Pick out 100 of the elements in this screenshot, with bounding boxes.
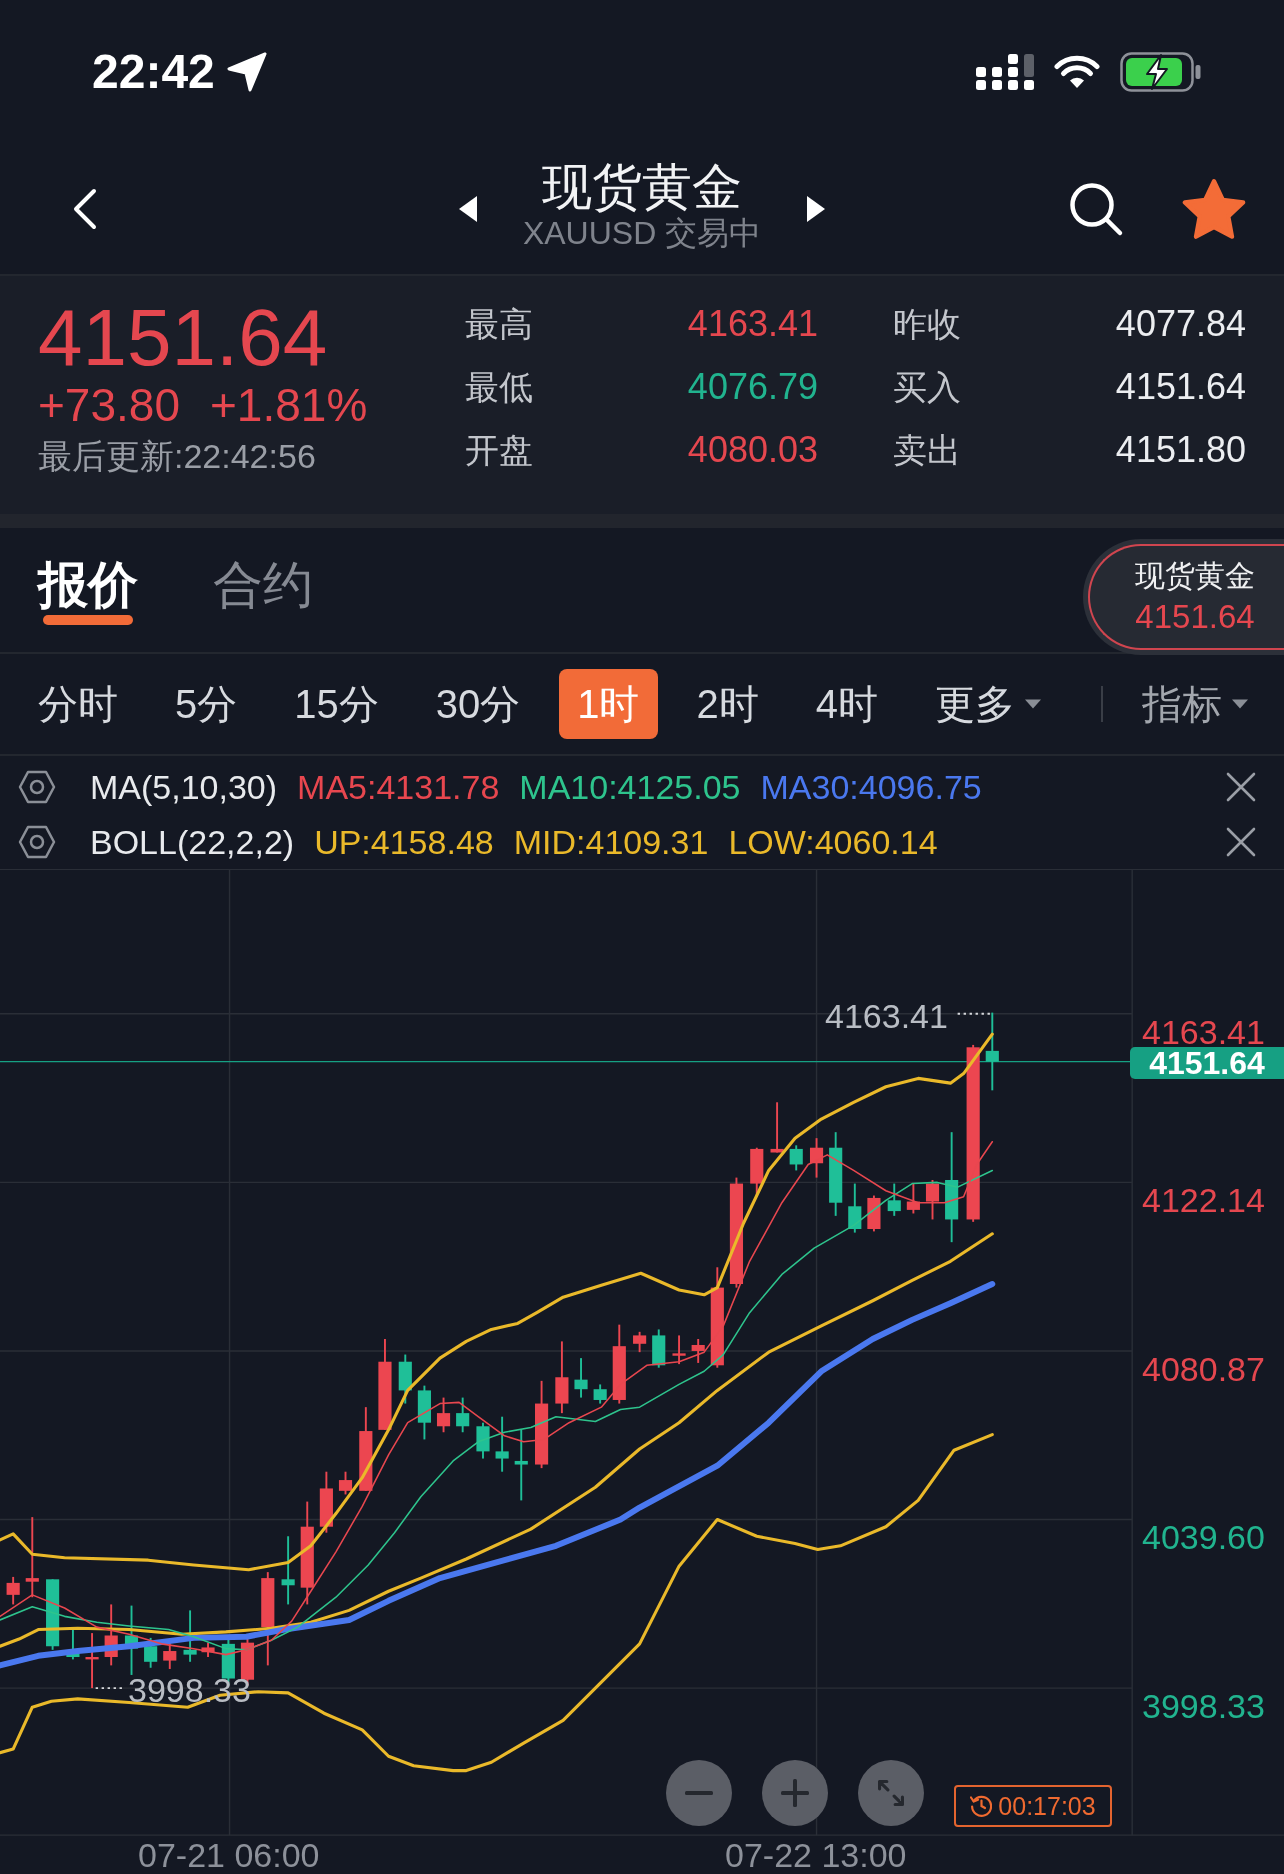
axis-label: 4163.41 xyxy=(1142,1016,1265,1048)
indicator-name: MA(5,10,30) xyxy=(90,766,278,807)
signal-icon xyxy=(976,54,1034,90)
candlestick xyxy=(652,1329,666,1368)
candlestick xyxy=(104,1604,118,1666)
candlestick xyxy=(124,1605,139,1675)
axis-label: 4122.14 xyxy=(1142,1184,1265,1216)
indicator-value: MA5:4131.78 xyxy=(297,766,500,807)
timeframe-tab[interactable]: 15分 xyxy=(276,669,397,739)
candlestick xyxy=(183,1610,197,1662)
candlestick xyxy=(867,1195,881,1232)
indicator-value: MID:4109.31 xyxy=(513,821,709,862)
expand-icon xyxy=(878,1780,904,1806)
stat-value: 4151.64 xyxy=(1115,366,1246,407)
caret-down-icon xyxy=(1232,699,1248,709)
candlestick xyxy=(495,1416,509,1472)
candlestick xyxy=(691,1339,705,1363)
timeframe-tab[interactable]: 30分 xyxy=(417,669,539,739)
candlestick xyxy=(514,1429,528,1501)
stat-value: 4076.79 xyxy=(687,366,818,407)
candlestick xyxy=(925,1180,940,1220)
page-title: 现货黄金 xyxy=(542,159,742,215)
tab[interactable]: 合约 xyxy=(213,555,313,615)
candlestick xyxy=(6,1576,20,1605)
candlestick xyxy=(417,1385,431,1440)
pinned-price: 4151.64 xyxy=(1135,597,1255,637)
candlestick xyxy=(887,1183,901,1216)
indicator-value: MA30:4096.75 xyxy=(760,766,982,807)
search-icon[interactable] xyxy=(1068,181,1124,237)
settings-icon[interactable] xyxy=(18,824,56,859)
stat-value: 4163.41 xyxy=(687,303,818,344)
candlestick xyxy=(476,1422,490,1459)
indicator-menu-button[interactable]: 指标 xyxy=(1124,669,1266,739)
plus-icon xyxy=(781,1779,809,1807)
low-price-marker: 3998.33 xyxy=(128,1673,251,1707)
timeframe-tab[interactable]: 2时 xyxy=(678,669,777,739)
battery-icon xyxy=(1120,52,1202,92)
high-price-marker: 4163.41 xyxy=(825,999,948,1033)
candlestick xyxy=(789,1145,803,1171)
timeframe-tab[interactable]: 分时 xyxy=(20,669,136,739)
stat-value: 4080.03 xyxy=(687,429,818,470)
indicator-value: LOW:4060.14 xyxy=(728,821,938,862)
close-icon[interactable] xyxy=(1226,771,1256,802)
pinned-name: 现货黄金 xyxy=(1135,558,1255,594)
candlestick xyxy=(672,1335,686,1365)
candlestick xyxy=(809,1138,824,1178)
candlestick xyxy=(848,1183,862,1233)
indicator-value: UP:4158.48 xyxy=(314,821,494,862)
tab[interactable]: 报价 xyxy=(38,555,138,625)
stat-label: 买入 xyxy=(893,366,961,407)
stat-value: 4151.80 xyxy=(1115,429,1246,470)
minus-icon xyxy=(685,1791,713,1795)
candlestick xyxy=(398,1354,412,1404)
stat-label: 卖出 xyxy=(893,429,961,470)
candlestick xyxy=(46,1579,60,1650)
candlestick xyxy=(593,1384,607,1404)
status-time: 22:42 xyxy=(92,46,215,98)
settings-icon[interactable] xyxy=(18,769,56,804)
candlestick xyxy=(574,1358,588,1398)
candlestick xyxy=(436,1397,451,1433)
timeframe-tab[interactable]: 更多 xyxy=(917,669,1059,739)
last-price: 4151.64 xyxy=(38,298,328,378)
candlestick xyxy=(319,1471,333,1533)
axis-label: 4039.60 xyxy=(1142,1521,1265,1553)
candlestick xyxy=(633,1331,647,1353)
location-arrow-icon xyxy=(226,52,267,92)
axis-label: 07-21 06:00 xyxy=(138,1838,320,1872)
triangle-right-icon[interactable] xyxy=(807,196,826,222)
candlestick xyxy=(201,1642,215,1657)
indicator-value: MA10:4125.05 xyxy=(519,766,741,807)
candlestick xyxy=(770,1102,784,1153)
candlestick xyxy=(338,1471,353,1495)
candlestick xyxy=(456,1397,470,1433)
last-price-tag: 4151.64 xyxy=(1130,1047,1284,1079)
stat-value: 4077.84 xyxy=(1115,303,1246,344)
clock-icon xyxy=(970,1795,993,1817)
triangle-left-icon[interactable] xyxy=(458,196,477,222)
stat-label: 最低 xyxy=(465,366,533,407)
star-icon[interactable] xyxy=(1182,179,1246,239)
stat-label: 开盘 xyxy=(465,429,533,470)
percent-change: +1.81% xyxy=(210,380,368,430)
price-change: +73.80 xyxy=(38,380,180,430)
stat-label: 最高 xyxy=(465,303,533,344)
candlestick xyxy=(906,1183,920,1214)
axis-label: 07-22 13:00 xyxy=(725,1838,907,1872)
candlestick xyxy=(144,1637,158,1668)
timeframe-tab[interactable]: 5分 xyxy=(157,669,256,739)
timeframe-tab[interactable]: 4时 xyxy=(797,669,896,739)
candlestick xyxy=(281,1536,295,1605)
leader-line xyxy=(956,1012,991,1015)
stat-label: 昨收 xyxy=(893,303,961,344)
candlestick xyxy=(85,1633,99,1689)
page-subtitle: XAUUSD 交易中 xyxy=(522,215,762,251)
countdown-time: 00:17:03 xyxy=(998,1792,1096,1820)
axis-label: 3998.33 xyxy=(1142,1690,1265,1722)
wifi-icon xyxy=(1054,55,1100,89)
update-time: 最后更新:22:42:56 xyxy=(38,436,316,476)
candlestick xyxy=(66,1629,80,1660)
close-icon[interactable] xyxy=(1226,826,1256,857)
axis-label: 4080.87 xyxy=(1142,1353,1265,1385)
